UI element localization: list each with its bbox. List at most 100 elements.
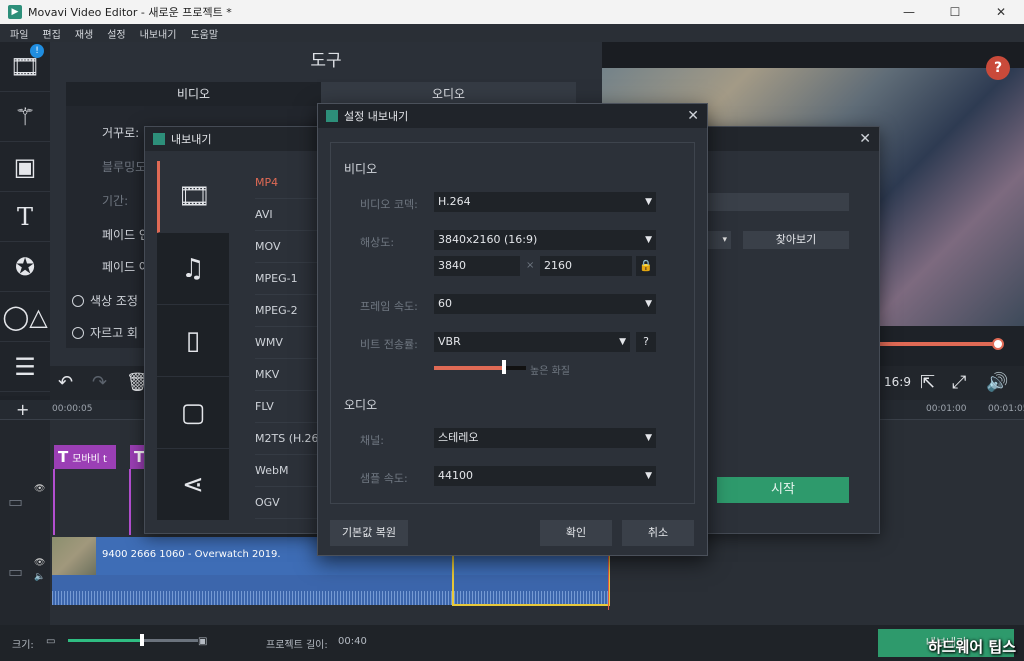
title-clip[interactable]: T [130,445,144,469]
app-logo-icon: ▶ [8,5,22,19]
visibility-icon[interactable]: 👁 [34,484,45,494]
format-item[interactable]: M2TS (H.264) [255,423,321,455]
detach-preview-icon[interactable]: ⇱ [920,372,935,393]
color-adjust-option[interactable]: 색상 조정 [72,292,138,309]
chevron-down-icon: ▼ [645,299,652,309]
tool-fade-out[interactable]: 페이드 아 [102,258,150,275]
music-note-icon: ♫ [181,253,205,284]
resolution-select[interactable]: 3840x2160 (16:9) ▼ [434,230,656,250]
width-input[interactable]: 3840 [434,256,520,276]
category-audio[interactable]: ♫ [157,233,229,305]
help-icon[interactable]: ? [986,56,1010,80]
samplerate-select[interactable]: 44100 ▼ [434,466,656,486]
more-tools[interactable]: ☰ [0,342,50,392]
zoom-in-icon[interactable]: ▣ [198,636,207,647]
category-share[interactable]: ⋖ [157,449,229,521]
framerate-select[interactable]: 60 ▼ [434,294,656,314]
menu-settings[interactable]: 설정 [107,26,125,41]
format-item[interactable]: WMV [255,327,321,359]
track-headers: ▭ 👁 ▭ 👁 🔈 [0,420,50,625]
transitions-tool[interactable]: ▣ [0,142,50,192]
preview-seekbar[interactable] [880,342,1000,346]
title-clip-icon: T [134,448,144,466]
chevron-down-icon: ▼ [619,337,626,347]
tool-reverse[interactable]: 거꾸로: [102,124,139,141]
tv-icon: ▢ [180,397,206,428]
stickers-tool[interactable]: ✪ [0,242,50,292]
import-media-tool[interactable]: 🎞 ! [0,42,50,92]
zoom-slider-handle[interactable] [140,634,144,646]
titles-tool[interactable]: T [0,192,50,242]
export-dialog-close-icon[interactable]: ✕ [859,131,871,147]
volume-icon[interactable]: 🔊 [986,372,1008,393]
title-clip[interactable]: T 모바비 t [54,445,116,469]
start-button[interactable]: 시작 [717,477,849,503]
settings-dialog-close-icon[interactable]: ✕ [687,108,699,124]
app-logo-icon [326,110,338,122]
aspect-ratio-button[interactable]: 16:9 [884,375,911,389]
format-item[interactable]: FLV [255,391,321,423]
chevron-down-icon: ▼ [645,235,652,245]
reset-defaults-button[interactable]: 기본값 복원 [330,520,408,546]
tool-fade-in[interactable]: 페이드 인 [102,226,150,243]
channel-label: 채널: [360,434,384,447]
redo-icon[interactable]: ↷ [92,372,107,393]
output-dropdown[interactable]: ▾ [705,231,731,249]
ruler-time: 00:01:00 [926,404,967,414]
track-mute-icon[interactable]: 🔈 [34,572,45,582]
category-devices[interactable]: ▯ [157,305,229,377]
format-item[interactable]: OGV [255,487,321,519]
ruler-time: 00:01:05 [988,404,1024,414]
undo-icon[interactable]: ↶ [58,372,73,393]
status-bar: 크기: ▭ ▣ 프로젝트 길이: 00:40 [0,625,1024,661]
cancel-button[interactable]: 취소 [622,520,694,546]
filters-tool[interactable]: ⚚ [0,92,50,142]
quality-slider-handle[interactable] [502,360,506,374]
minimize-button[interactable]: — [886,0,932,24]
menu-export[interactable]: 내보내기 [140,26,177,41]
tab-video[interactable]: 비디오 [66,82,321,106]
track-visibility-icon[interactable]: 👁 [34,558,45,568]
height-input[interactable]: 2160 [540,256,632,276]
seek-handle[interactable] [992,338,1004,350]
output-path-field[interactable] [705,193,849,211]
menu-help[interactable]: 도움말 [190,26,218,41]
title-clip-icon: T [58,448,69,466]
shapes-tool[interactable]: ◯△ [0,292,50,342]
settings-dialog-header: 설정 내보내기 ✕ [318,104,707,128]
selected-clip-outline[interactable] [452,554,610,606]
category-tv[interactable]: ▢ [157,377,229,449]
format-item[interactable]: MPEG-1 [255,263,321,295]
codec-value: H.264 [438,195,471,208]
format-item[interactable]: MPEG-2 [255,295,321,327]
zoom-out-icon[interactable]: ▭ [46,636,55,647]
browse-button[interactable]: 찾아보기 [743,231,849,249]
menu-file[interactable]: 파일 [10,26,28,41]
menu-edit[interactable]: 편집 [42,26,60,41]
format-item[interactable]: WebM [255,455,321,487]
aspect-lock-icon[interactable]: 🔒 [636,256,656,276]
bitrate-select[interactable]: VBR ▼ [434,332,630,352]
add-track-icon[interactable]: + [16,400,29,419]
radio-icon [72,326,84,339]
format-item[interactable]: AVI [255,199,321,231]
format-item[interactable]: MKV [255,359,321,391]
ok-button[interactable]: 확인 [540,520,612,546]
codec-select[interactable]: H.264 ▼ [434,192,656,212]
menu-playback[interactable]: 재생 [75,26,93,41]
crop-rotate-option[interactable]: 자르고 회 [72,324,138,341]
color-adjust-label: 색상 조정 [90,294,138,308]
close-button[interactable]: ✕ [978,0,1024,24]
preview-header [602,42,1024,68]
channel-select[interactable]: 스테레오 ▼ [434,428,656,448]
category-video[interactable]: 🎞 [157,161,229,233]
title-clip-label: 모바비 t [72,454,107,465]
bitrate-help-icon[interactable]: ? [636,332,656,352]
export-dialog-title: 내보내기 [171,133,212,146]
maximize-button[interactable]: ☐ [932,0,978,24]
notification-badge: ! [30,44,44,58]
window-titlebar: ▶ Movavi Video Editor - 새로운 프로젝트 * — ☐ ✕ [0,0,1024,24]
format-item[interactable]: MOV [255,231,321,263]
fullscreen-icon[interactable]: ⤢ [952,372,966,393]
format-item[interactable]: MP4 [255,167,321,199]
